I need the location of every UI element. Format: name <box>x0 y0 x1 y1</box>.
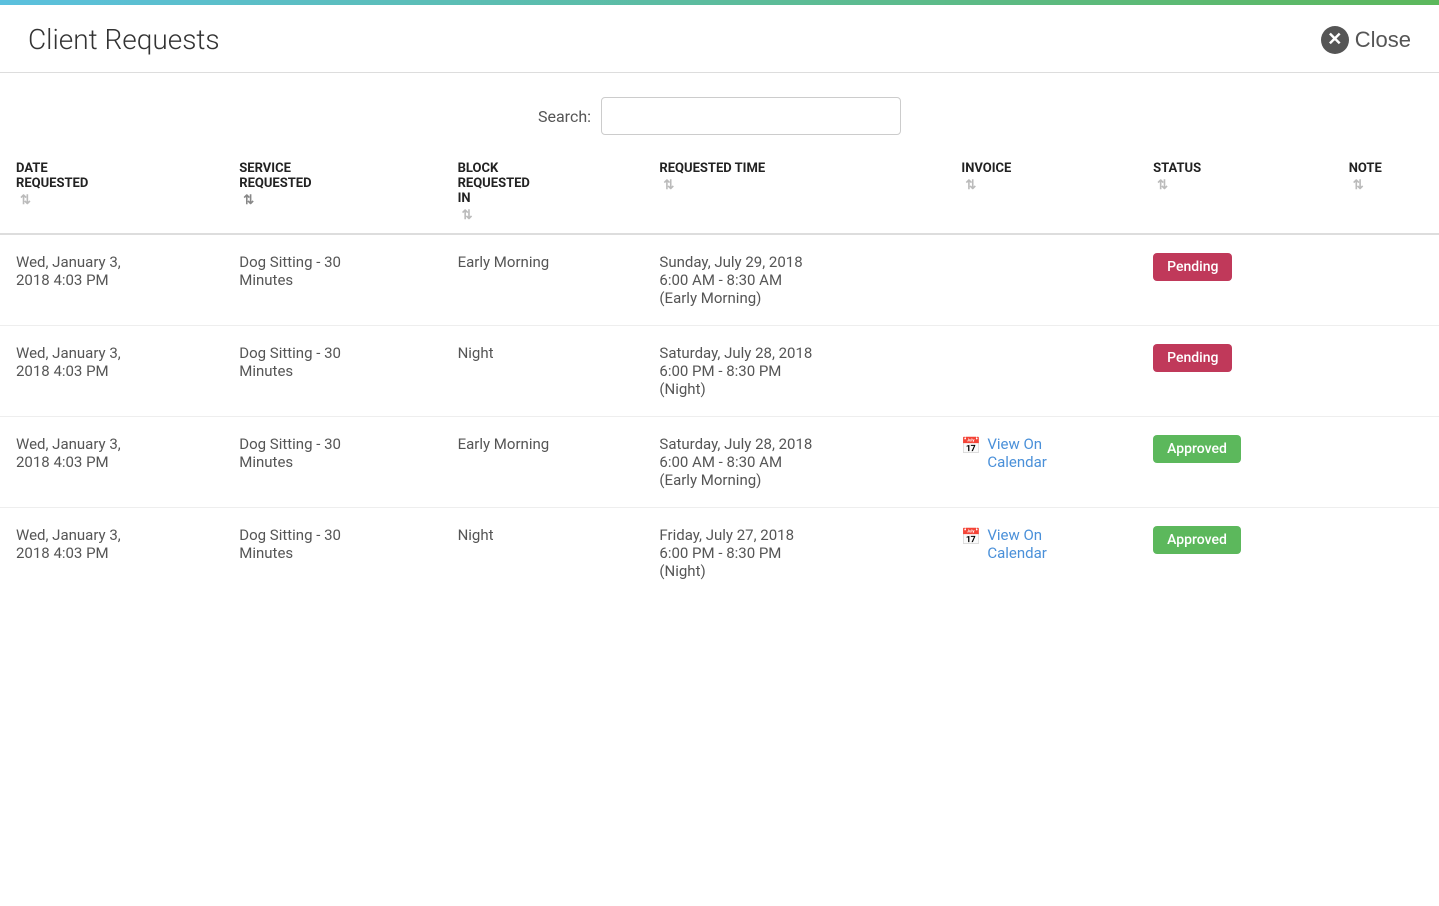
cell-block: Early Morning <box>442 234 644 326</box>
cell-requested-time: Saturday, July 28, 2018 6:00 AM - 8:30 A… <box>643 417 945 508</box>
cell-service: Dog Sitting - 30 Minutes <box>223 326 441 417</box>
requests-table: DATEREQUESTED ⇅ SERVICEREQUESTED ⇅ BLOCK… <box>0 151 1439 598</box>
cell-block: Night <box>442 508 644 599</box>
close-icon: ✕ <box>1321 26 1349 54</box>
search-label: Search: <box>538 107 591 126</box>
cell-requested-time: Saturday, July 28, 2018 6:00 PM - 8:30 P… <box>643 326 945 417</box>
cell-invoice[interactable]: 📅 View On Calendar <box>945 417 1137 508</box>
search-area: Search: <box>0 73 1439 151</box>
cell-date: Wed, January 3, 2018 4:03 PM <box>0 234 223 326</box>
cell-invoice <box>945 326 1137 417</box>
col-service-requested: SERVICEREQUESTED ⇅ <box>223 151 441 234</box>
col-requested-time: REQUESTED TIME ⇅ <box>643 151 945 234</box>
status-badge: Approved <box>1153 435 1241 463</box>
cell-status: Pending <box>1137 234 1333 326</box>
col-note: NOTE ⇅ <box>1333 151 1439 234</box>
close-button[interactable]: ✕ Close <box>1321 26 1411 54</box>
sort-icon-date[interactable]: ⇅ <box>20 193 207 208</box>
cell-status: Approved <box>1137 417 1333 508</box>
invoice-label: View On Calendar <box>987 435 1047 471</box>
cell-note <box>1333 234 1439 326</box>
sort-icon-note[interactable]: ⇅ <box>1353 178 1423 193</box>
table-header: DATEREQUESTED ⇅ SERVICEREQUESTED ⇅ BLOCK… <box>0 151 1439 234</box>
header: Client Requests ✕ Close <box>0 5 1439 73</box>
sort-icon-block[interactable]: ⇅ <box>462 208 628 223</box>
status-badge: Pending <box>1153 253 1232 281</box>
cell-date: Wed, January 3, 2018 4:03 PM <box>0 508 223 599</box>
status-badge: Pending <box>1153 344 1232 372</box>
calendar-icon: 📅 <box>961 527 981 546</box>
col-status: STATUS ⇅ <box>1137 151 1333 234</box>
cell-note <box>1333 417 1439 508</box>
cell-date: Wed, January 3, 2018 4:03 PM <box>0 326 223 417</box>
calendar-icon: 📅 <box>961 436 981 455</box>
cell-note <box>1333 508 1439 599</box>
sort-icon-service[interactable]: ⇅ <box>243 193 425 208</box>
col-block-requested: BLOCKREQUESTEDIN ⇅ <box>442 151 644 234</box>
col-invoice: INVOICE ⇅ <box>945 151 1137 234</box>
cell-invoice[interactable]: 📅 View On Calendar <box>945 508 1137 599</box>
cell-block: Night <box>442 326 644 417</box>
cell-block: Early Morning <box>442 417 644 508</box>
col-date-requested: DATEREQUESTED ⇅ <box>0 151 223 234</box>
table-row: Wed, January 3, 2018 4:03 PMDog Sitting … <box>0 234 1439 326</box>
invoice-label: View On Calendar <box>987 526 1047 562</box>
sort-icon-invoice[interactable]: ⇅ <box>965 178 1121 193</box>
cell-requested-time: Friday, July 27, 2018 6:00 PM - 8:30 PM … <box>643 508 945 599</box>
table-row: Wed, January 3, 2018 4:03 PMDog Sitting … <box>0 508 1439 599</box>
cell-invoice <box>945 234 1137 326</box>
cell-date: Wed, January 3, 2018 4:03 PM <box>0 417 223 508</box>
table-row: Wed, January 3, 2018 4:03 PMDog Sitting … <box>0 417 1439 508</box>
cell-requested-time: Sunday, July 29, 2018 6:00 AM - 8:30 AM … <box>643 234 945 326</box>
cell-service: Dog Sitting - 30 Minutes <box>223 508 441 599</box>
cell-status: Pending <box>1137 326 1333 417</box>
sort-icon-status[interactable]: ⇅ <box>1157 178 1317 193</box>
search-input[interactable] <box>601 97 901 135</box>
table-row: Wed, January 3, 2018 4:03 PMDog Sitting … <box>0 326 1439 417</box>
view-on-calendar-link[interactable]: 📅 View On Calendar <box>961 526 1121 562</box>
cell-service: Dog Sitting - 30 Minutes <box>223 234 441 326</box>
page-title: Client Requests <box>28 23 220 56</box>
cell-service: Dog Sitting - 30 Minutes <box>223 417 441 508</box>
cell-note <box>1333 326 1439 417</box>
view-on-calendar-link[interactable]: 📅 View On Calendar <box>961 435 1121 471</box>
table-body: Wed, January 3, 2018 4:03 PMDog Sitting … <box>0 234 1439 598</box>
status-badge: Approved <box>1153 526 1241 554</box>
cell-status: Approved <box>1137 508 1333 599</box>
close-label: Close <box>1355 27 1411 53</box>
header-row: DATEREQUESTED ⇅ SERVICEREQUESTED ⇅ BLOCK… <box>0 151 1439 234</box>
sort-icon-time[interactable]: ⇅ <box>663 178 929 193</box>
